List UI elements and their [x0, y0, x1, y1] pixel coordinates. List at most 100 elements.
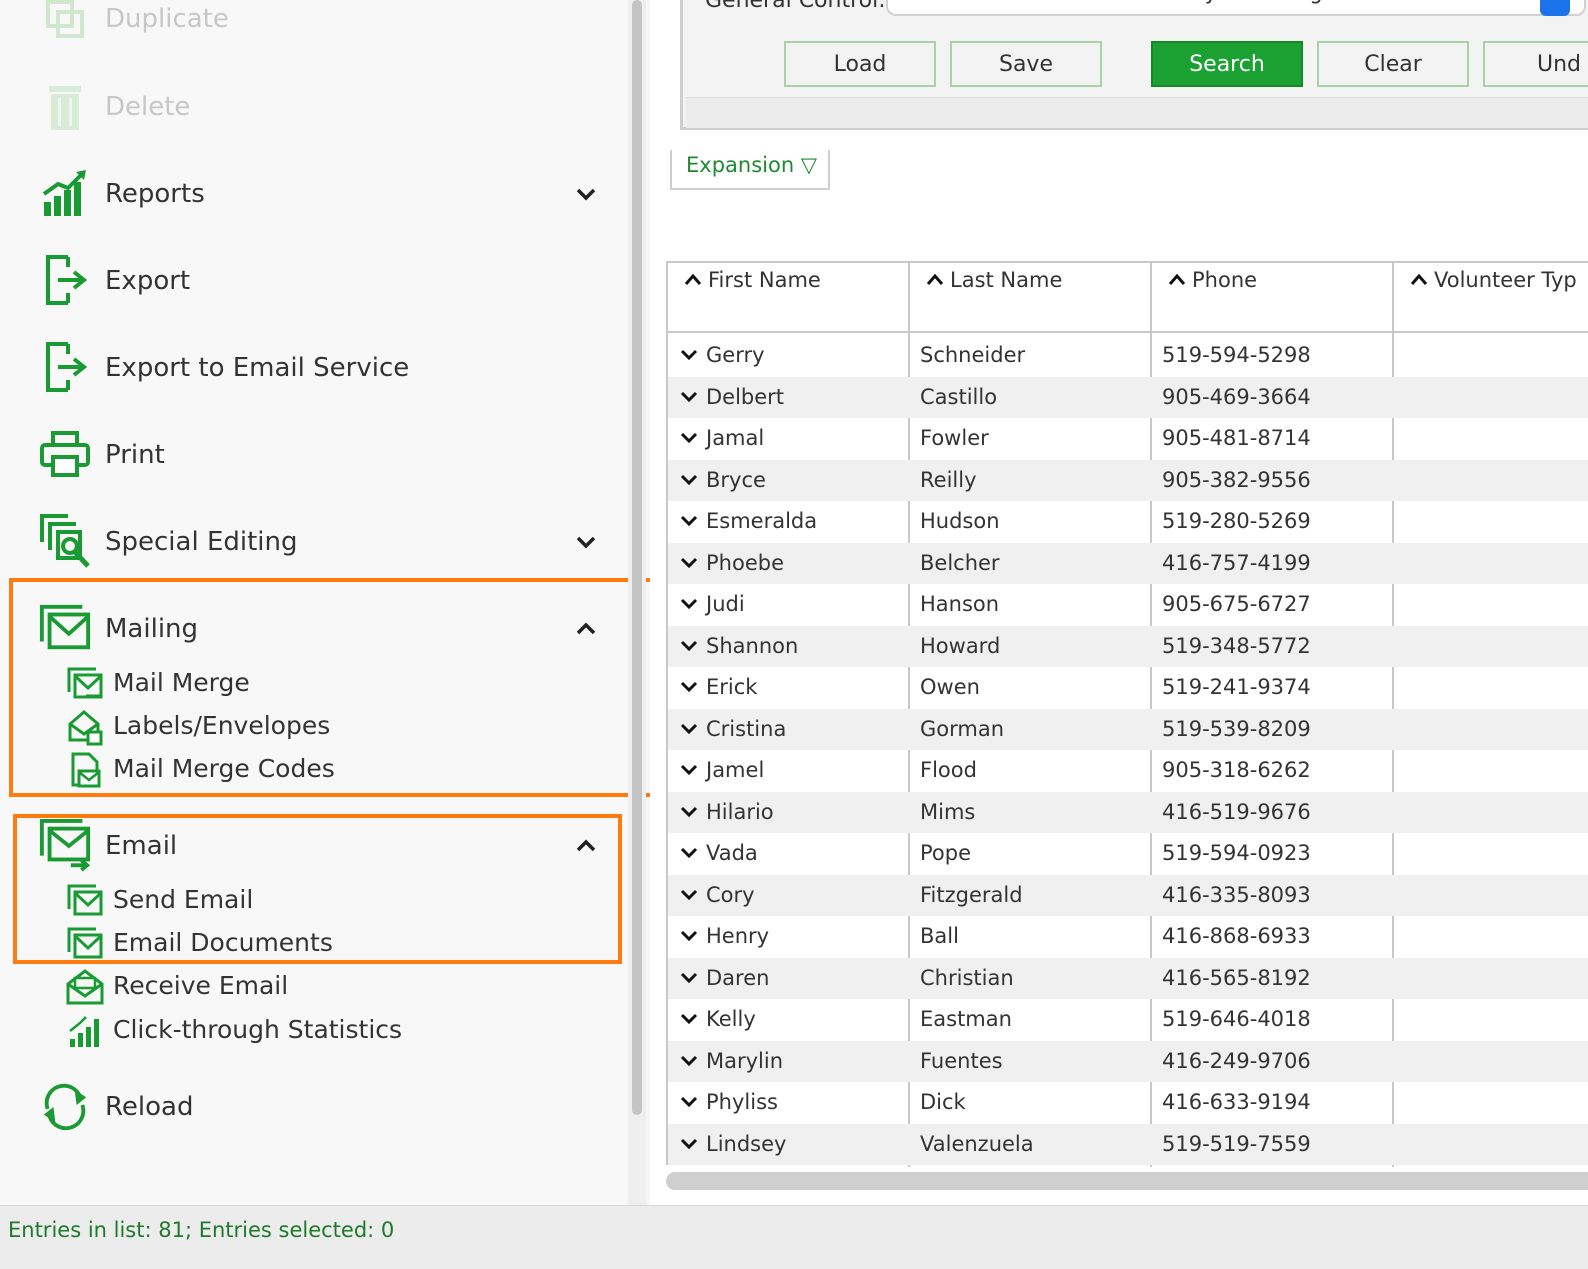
cell-phone: 416-335-8093 — [1162, 882, 1311, 907]
cell-first-name: Esmeralda — [680, 509, 817, 533]
cell-first-name: Shannon — [680, 634, 798, 658]
cell-phone: 519-539-8209 — [1162, 716, 1311, 741]
chevron-down-icon[interactable] — [572, 528, 600, 556]
cell-first-name: Lindsey — [680, 1132, 786, 1156]
cell-text: Lindsey — [706, 1131, 787, 1156]
expand-row-icon[interactable] — [680, 1012, 698, 1026]
expand-row-icon[interactable] — [680, 846, 698, 860]
table-row[interactable]: Daren Christian 416-565-8192 — [668, 957, 1588, 999]
table-row[interactable]: Phoebe Belcher 416-757-4199 — [668, 542, 1588, 584]
save-button[interactable]: Save — [950, 41, 1102, 87]
sidebar-item-export-email-service[interactable]: Export to Email Service — [0, 340, 625, 396]
table-row[interactable]: Cory Fitzgerald 416-335-8093 — [668, 874, 1588, 916]
cell-last-name: Fowler — [920, 426, 989, 450]
table-row[interactable]: Vada Pope 519-594-0923 — [668, 833, 1588, 875]
sidebar-item-special-editing[interactable]: Special Editing — [0, 514, 625, 570]
column-header-volunteer-type[interactable]: Volunteer Typ — [1394, 263, 1588, 333]
cell-last-name: Valenzuela — [920, 1131, 1034, 1156]
expand-row-icon[interactable] — [680, 348, 698, 362]
table-row[interactable]: Kelly Eastman 519-646-4018 — [668, 999, 1588, 1041]
expand-row-icon[interactable] — [680, 929, 698, 943]
cell-first-name: Hilario — [680, 800, 774, 824]
cell-phone: 519-241-9374 — [1162, 675, 1311, 699]
column-header-first-name[interactable]: First Name — [668, 263, 910, 333]
column-header-label: Volunteer Typ — [1434, 268, 1577, 292]
expand-row-icon[interactable] — [680, 431, 698, 445]
cell-text: Shannon — [706, 633, 799, 658]
column-header-label: Last Name — [950, 268, 1063, 292]
sidebar-subitem-click-through-statistics[interactable]: Click-through Statistics — [0, 1011, 625, 1051]
cell-first-name: Henry — [680, 924, 769, 948]
expand-row-icon[interactable] — [680, 556, 698, 570]
status-text: Entries in list: 81; Entries selected: 0 — [8, 1218, 395, 1242]
expand-row-icon[interactable] — [680, 473, 698, 487]
expand-row-icon[interactable] — [680, 763, 698, 777]
expand-row-icon[interactable] — [680, 722, 698, 736]
table-row[interactable]: Judi Hanson 905-675-6727 — [668, 584, 1588, 626]
search-button[interactable]: Search — [1151, 41, 1303, 87]
sidebar-item-label: Reload — [105, 1092, 194, 1122]
cell-last-name: Fuentes — [920, 1048, 1003, 1073]
general-control-select[interactable]: Search all records. Show only matching o… — [886, 0, 1586, 16]
expansion-toggle[interactable]: Expansion ▽ — [670, 150, 830, 190]
cell-last-name: Gorman — [920, 716, 1005, 741]
table-row[interactable]: Erick Owen 519-241-9374 — [668, 667, 1588, 709]
clear-button[interactable]: Clear — [1317, 41, 1469, 87]
general-control-footer — [686, 97, 1588, 128]
table-row[interactable]: Esmeralda Hudson 519-280-5269 — [668, 501, 1588, 543]
expand-row-icon[interactable] — [680, 1095, 698, 1109]
expand-row-icon[interactable] — [680, 805, 698, 819]
table-row[interactable]: Henry Ball 416-868-6933 — [668, 916, 1588, 958]
sidebar-item-reports[interactable]: Reports — [0, 166, 625, 222]
table-row[interactable]: Shannon Howard 519-348-5772 — [668, 625, 1588, 667]
cell-first-name: Vada — [680, 841, 758, 865]
cell-phone: 416-565-8192 — [1162, 965, 1311, 990]
sidebar-item-label: Special Editing — [105, 527, 298, 557]
expand-row-icon[interactable] — [680, 888, 698, 902]
cell-last-name: Mims — [920, 799, 976, 824]
expand-row-icon[interactable] — [680, 1137, 698, 1151]
column-header-last-name[interactable]: Last Name — [910, 263, 1152, 333]
table-row[interactable]: Jamal Fowler 905-481-8714 — [668, 418, 1588, 460]
cell-first-name: Kelly — [680, 1007, 756, 1031]
expand-row-icon[interactable] — [680, 1054, 698, 1068]
sidebar: Duplicate Delete Reports Export Export t… — [0, 0, 656, 1205]
general-control-label: General Control: — [705, 0, 886, 13]
column-header-phone[interactable]: Phone — [1152, 263, 1394, 333]
table-row[interactable]: Delbert Castillo 905-469-3664 — [668, 376, 1588, 418]
expand-row-icon[interactable] — [680, 390, 698, 404]
sidebar-item-duplicate[interactable]: Duplicate — [0, 0, 625, 44]
cell-last-name: Schneider — [920, 343, 1026, 367]
expand-row-icon[interactable] — [680, 971, 698, 985]
table-row[interactable]: Gerry Schneider 519-594-5298 — [668, 335, 1588, 377]
sort-up-icon — [1410, 273, 1428, 285]
sidebar-item-label: Export to Email Service — [105, 353, 410, 383]
table-row[interactable]: Bryce Reilly 905-382-9556 — [668, 459, 1588, 501]
sidebar-item-export[interactable]: Export — [0, 253, 625, 309]
chevron-down-icon[interactable] — [572, 180, 600, 208]
table-row[interactable]: Jamel Flood 905-318-6262 — [668, 750, 1588, 792]
expand-row-icon[interactable] — [680, 597, 698, 611]
expand-row-icon[interactable] — [680, 514, 698, 528]
cell-text: Marylin — [706, 1048, 784, 1073]
undo-button[interactable]: Und — [1483, 41, 1588, 87]
table-row[interactable]: Marylin Fuentes 416-249-9706 — [668, 1040, 1588, 1082]
sidebar-item-reload[interactable]: Reload — [0, 1079, 625, 1135]
expand-row-icon[interactable] — [680, 639, 698, 653]
sidebar-subitem-receive-email[interactable]: Receive Email — [0, 967, 625, 1007]
load-button[interactable]: Load — [784, 41, 936, 87]
expand-row-icon[interactable] — [680, 680, 698, 694]
cell-text: Jamel — [706, 758, 765, 782]
general-control-checkbox[interactable] — [1540, 0, 1570, 16]
table-row[interactable]: Phyliss Dick 416-633-9194 — [668, 1082, 1588, 1124]
sidebar-item-print[interactable]: Print — [0, 427, 625, 483]
cell-last-name: Howard — [920, 633, 1001, 658]
sidebar-scrollbar-thumb[interactable] — [632, 0, 642, 1115]
table-row[interactable]: Hilario Mims 416-519-9676 — [668, 791, 1588, 833]
cell-text: Judi — [706, 592, 745, 616]
sidebar-item-delete[interactable]: Delete — [0, 80, 625, 134]
table-row[interactable]: Cristina Gorman 519-539-8209 — [668, 708, 1588, 750]
header-divider — [668, 331, 1588, 333]
table-horizontal-scrollbar[interactable] — [666, 1172, 1588, 1190]
table-row[interactable]: Lindsey Valenzuela 519-519-7559 — [668, 1123, 1588, 1165]
